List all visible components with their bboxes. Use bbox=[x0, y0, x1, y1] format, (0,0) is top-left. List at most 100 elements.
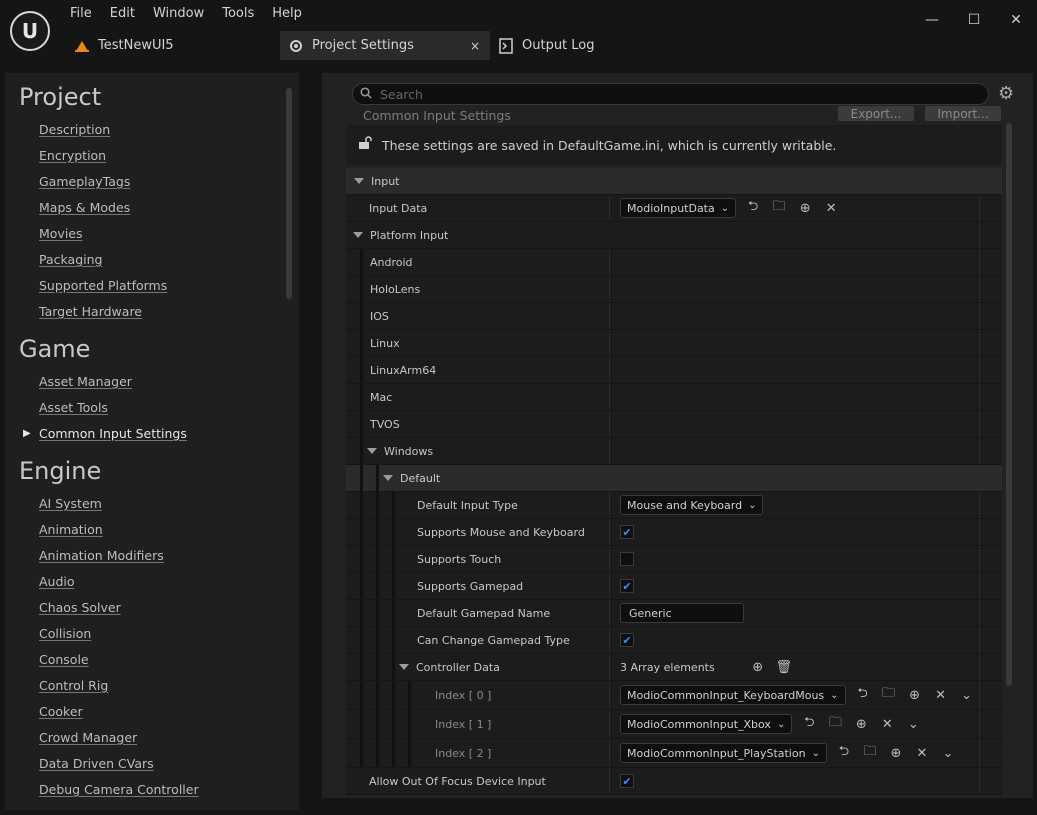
chevron-down-icon[interactable]: ⌄ bbox=[939, 744, 957, 762]
browse-asset-icon[interactable]: 🗀 bbox=[770, 199, 788, 217]
browse-asset-icon[interactable]: 🗀 bbox=[880, 686, 898, 704]
sidebar-item-animation-modifiers[interactable]: Animation Modifiers bbox=[39, 548, 164, 563]
add-icon[interactable]: ⊕ bbox=[852, 715, 870, 733]
row-label: Can Change Gamepad Type bbox=[417, 633, 570, 647]
use-selected-icon[interactable]: ⮌ bbox=[744, 199, 762, 217]
row-platform-mac[interactable]: Mac bbox=[346, 384, 1002, 467]
input-data-combo[interactable]: ModioInputData ⌄ bbox=[620, 198, 737, 218]
controller-data-1-combo[interactable]: ModioCommonInput_Xbox ⌄ bbox=[620, 714, 793, 734]
add-icon[interactable]: ⊕ bbox=[796, 199, 814, 217]
unreal-logo-icon[interactable]: U bbox=[10, 11, 50, 51]
collapse-arrow-icon[interactable] bbox=[367, 448, 377, 454]
sidebar-item-console[interactable]: Console bbox=[39, 652, 89, 667]
sidebar-item-common-input-settings[interactable]: Common Input Settings bbox=[39, 426, 187, 441]
add-icon[interactable]: ⊕ bbox=[887, 744, 905, 762]
add-icon[interactable]: ⊕ bbox=[906, 686, 924, 704]
tab-testnewui5[interactable]: TestNewUI5 bbox=[74, 31, 274, 60]
use-selected-icon[interactable]: ⮌ bbox=[835, 744, 853, 762]
controller-data-2-combo[interactable]: ModioCommonInput_PlayStation ⌄ bbox=[620, 743, 827, 763]
clear-icon[interactable]: ✕ bbox=[822, 199, 840, 217]
row-platform-android[interactable]: Android bbox=[346, 249, 1002, 332]
row-platform-linuxarm64[interactable]: LinuxArm64 bbox=[346, 357, 1002, 440]
sidebar-item-packaging[interactable]: Packaging bbox=[39, 252, 102, 267]
sidebar-item-control-rig[interactable]: Control Rig bbox=[39, 678, 108, 693]
sidebar-item-cooker[interactable]: Cooker bbox=[39, 704, 83, 719]
default-input-type-select[interactable]: Mouse and Keyboard ⌄ bbox=[620, 495, 764, 515]
can-change-gamepad-type-checkbox[interactable]: ✔ bbox=[620, 633, 634, 647]
row-default[interactable]: Default bbox=[346, 465, 1002, 492]
supports-touch-checkbox[interactable] bbox=[620, 552, 634, 566]
sidebar-item-animation[interactable]: Animation bbox=[39, 522, 103, 537]
sidebar-item-supported-platforms[interactable]: Supported Platforms bbox=[39, 278, 167, 293]
supports-gamepad-checkbox[interactable]: ✔ bbox=[620, 579, 634, 593]
sidebar-item-data-driven-cvars[interactable]: Data Driven CVars bbox=[39, 756, 154, 771]
import-button[interactable]: Import... bbox=[925, 106, 1001, 121]
default-gamepad-name-input[interactable]: Generic bbox=[620, 603, 744, 623]
row-platform-hololens[interactable]: HoloLens bbox=[346, 276, 1002, 359]
settings-sidebar: Project Description Encryption GameplayT… bbox=[5, 73, 299, 810]
trash-icon[interactable]: 🗑 bbox=[775, 658, 793, 676]
search-input[interactable] bbox=[378, 85, 962, 103]
sidebar-item-description[interactable]: Description bbox=[39, 122, 110, 137]
collapse-arrow-icon[interactable] bbox=[383, 475, 393, 481]
sidebar-item-collision[interactable]: Collision bbox=[39, 626, 91, 641]
sidebar-item-crowd-manager[interactable]: Crowd Manager bbox=[39, 730, 137, 745]
writable-notice-text: These settings are saved in DefaultGame.… bbox=[382, 137, 837, 153]
tab-output-log[interactable]: Output Log bbox=[498, 31, 658, 60]
row-label: Default Input Type bbox=[417, 498, 518, 512]
add-element-icon[interactable]: ⊕ bbox=[749, 658, 767, 676]
allow-out-of-focus-checkbox[interactable]: ✔ bbox=[620, 774, 634, 788]
menu-edit[interactable]: Edit bbox=[110, 6, 146, 21]
supports-mouse-keyboard-checkbox[interactable]: ✔ bbox=[620, 525, 634, 539]
row-label: Supports Gamepad bbox=[417, 579, 524, 593]
collapse-arrow-icon[interactable] bbox=[353, 232, 363, 238]
sidebar-item-asset-tools[interactable]: Asset Tools bbox=[39, 400, 108, 415]
sidebar-item-debug-camera-controller[interactable]: Debug Camera Controller bbox=[39, 782, 199, 797]
menu-window[interactable]: Window bbox=[153, 6, 215, 21]
clear-icon[interactable]: ✕ bbox=[913, 744, 931, 762]
browse-asset-icon[interactable]: 🗀 bbox=[861, 744, 879, 762]
gear-icon[interactable]: ⚙ bbox=[998, 83, 1014, 104]
menu-help[interactable]: Help bbox=[272, 6, 313, 21]
menu-file[interactable]: File bbox=[70, 6, 103, 21]
sidebar-item-movies[interactable]: Movies bbox=[39, 226, 83, 241]
close-window-button[interactable]: ✕ bbox=[995, 6, 1037, 34]
collapse-arrow-icon[interactable] bbox=[399, 664, 409, 670]
row-label: Allow Out Of Focus Device Input bbox=[369, 774, 546, 788]
row-label: Controller Data bbox=[416, 660, 500, 674]
export-button[interactable]: Export... bbox=[838, 106, 914, 121]
sidebar-item-encryption[interactable]: Encryption bbox=[39, 148, 106, 163]
sidebar-item-maps-modes[interactable]: Maps & Modes bbox=[39, 200, 130, 215]
chevron-down-icon: ⌄ bbox=[748, 499, 757, 511]
collapse-arrow-icon[interactable] bbox=[354, 178, 364, 184]
details-scrollbar[interactable] bbox=[1006, 123, 1012, 686]
tab-project-settings[interactable]: Project Settings × bbox=[280, 31, 490, 60]
chevron-down-icon[interactable]: ⌄ bbox=[958, 686, 976, 704]
clear-icon[interactable]: ✕ bbox=[932, 686, 950, 704]
row-platform-tvos[interactable]: TVOS bbox=[346, 411, 1002, 494]
sidebar-item-chaos-solver[interactable]: Chaos Solver bbox=[39, 600, 121, 615]
maximize-button[interactable]: ☐ bbox=[953, 6, 995, 34]
row-platform-windows[interactable]: Windows bbox=[346, 438, 1002, 465]
use-selected-icon[interactable]: ⮌ bbox=[800, 715, 818, 733]
use-selected-icon[interactable]: ⮌ bbox=[854, 686, 872, 704]
chevron-down-icon[interactable]: ⌄ bbox=[904, 715, 922, 733]
sidebar-item-asset-manager[interactable]: Asset Manager bbox=[39, 374, 132, 389]
sidebar-item-audio[interactable]: Audio bbox=[39, 574, 75, 589]
sidebar-item-target-hardware[interactable]: Target Hardware bbox=[39, 304, 142, 319]
sidebar-scrollbar[interactable] bbox=[286, 88, 292, 299]
row-platform-ios[interactable]: IOS bbox=[346, 303, 1002, 386]
row-platform-linux[interactable]: Linux bbox=[346, 330, 1002, 413]
search-box bbox=[352, 83, 989, 105]
minimize-button[interactable]: — bbox=[911, 6, 953, 34]
close-tab-icon[interactable]: × bbox=[470, 39, 480, 53]
browse-asset-icon[interactable]: 🗀 bbox=[826, 715, 844, 733]
sidebar-item-gameplaytags[interactable]: GameplayTags bbox=[39, 174, 130, 189]
sidebar-item-ai-system[interactable]: AI System bbox=[39, 496, 102, 511]
clear-icon[interactable]: ✕ bbox=[878, 715, 896, 733]
menu-tools[interactable]: Tools bbox=[222, 6, 265, 21]
title-bar: U File Edit Window Tools Help — ☐ ✕ Test… bbox=[0, 0, 1037, 62]
controller-data-0-combo[interactable]: ModioCommonInput_KeyboardMous ⌄ bbox=[620, 685, 846, 705]
category-input[interactable]: Input bbox=[346, 168, 1002, 195]
row-platform-input[interactable]: Platform Input bbox=[346, 222, 1002, 249]
